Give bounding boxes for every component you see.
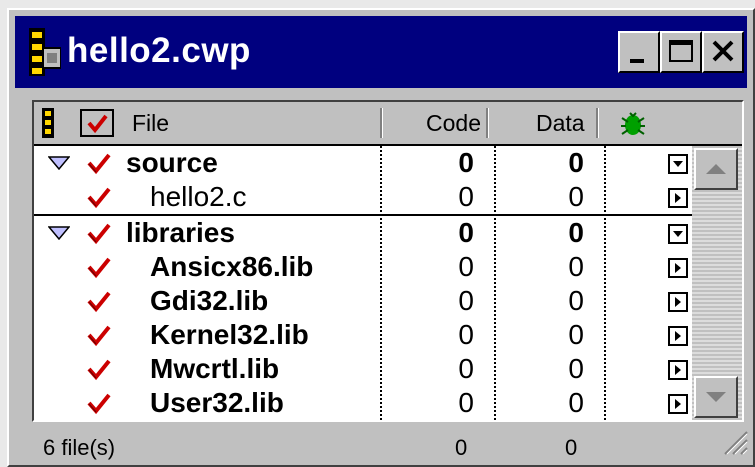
project-doc-icon (27, 28, 62, 81)
checkmark-icon[interactable] (86, 356, 112, 387)
data-size: 0 (568, 285, 584, 316)
popup-menu-icon[interactable] (668, 258, 688, 278)
title-bar[interactable]: hello2.cwp (15, 16, 747, 88)
checkmark-icon[interactable] (86, 254, 112, 285)
file-column-header[interactable]: File (132, 108, 169, 138)
close-button[interactable] (702, 31, 744, 73)
group-row[interactable]: libraries 0 0 (34, 214, 692, 250)
disclosure-triangle-icon[interactable] (47, 156, 71, 175)
file-name[interactable]: Mwcrtl.lib (150, 352, 279, 386)
checkmark-icon[interactable] (86, 220, 112, 251)
file-name[interactable]: User32.lib (150, 386, 284, 420)
code-total-status: 0 (455, 435, 468, 460)
checkmark-icon[interactable] (86, 288, 112, 319)
data-size: 0 (568, 387, 584, 418)
file-row[interactable]: Mwcrtl.lib 0 0 (34, 352, 692, 386)
project-window: hello2.cwp File Code Data source 0 0 hel… (7, 8, 755, 467)
scroll-up-icon (706, 164, 726, 174)
code-size: 0 (458, 387, 474, 418)
file-row[interactable]: Ansicx86.lib 0 0 (34, 250, 692, 284)
checkmark-icon[interactable] (86, 390, 112, 420)
window-title: hello2.cwp (67, 31, 251, 70)
checkmark-header-icon[interactable] (80, 109, 114, 142)
file-count-status: 6 file(s) (43, 435, 116, 460)
file-name[interactable]: Gdi32.lib (150, 284, 268, 318)
header-divider (596, 108, 599, 138)
code-size: 0 (458, 285, 474, 316)
maximize-icon (669, 40, 693, 62)
file-list: source 0 0 hello2.c 0 0 libraries 0 0 Ansicx86.li… (34, 146, 692, 420)
file-name[interactable]: Ansicx86.lib (150, 250, 313, 284)
data-size: 0 (568, 147, 584, 178)
header-divider (486, 108, 489, 138)
popup-menu-icon[interactable] (668, 224, 688, 244)
file-row[interactable]: hello2.c 0 0 (34, 180, 692, 214)
file-row[interactable]: User32.lib 0 0 (34, 386, 692, 420)
code-size: 0 (458, 181, 474, 212)
popup-menu-icon[interactable] (668, 360, 688, 380)
minimize-button[interactable] (618, 31, 660, 73)
resize-grip-icon[interactable] (719, 426, 749, 461)
group-name[interactable]: libraries (126, 216, 235, 250)
file-name[interactable]: hello2.c (150, 180, 247, 214)
vertical-scrollbar[interactable] (692, 146, 742, 420)
code-size: 0 (458, 353, 474, 384)
data-size: 0 (568, 353, 584, 384)
code-size: 0 (458, 251, 474, 282)
file-name[interactable]: Kernel32.lib (150, 318, 309, 352)
minimize-icon (630, 59, 644, 63)
data-column-header[interactable]: Data (536, 108, 585, 138)
data-size: 0 (568, 319, 584, 350)
checkmark-icon[interactable] (86, 150, 112, 181)
code-column-header[interactable]: Code (426, 108, 481, 138)
scroll-down-button[interactable] (694, 376, 738, 418)
code-size: 0 (458, 147, 474, 178)
group-name[interactable]: source (126, 146, 218, 180)
column-header: File Code Data (34, 102, 742, 146)
popup-menu-icon[interactable] (668, 292, 688, 312)
popup-menu-icon[interactable] (668, 188, 688, 208)
data-size: 0 (568, 217, 584, 248)
code-size: 0 (458, 217, 474, 248)
close-icon (712, 40, 734, 62)
scroll-down-icon (706, 392, 726, 402)
popup-menu-icon[interactable] (668, 154, 688, 174)
file-row[interactable]: Kernel32.lib 0 0 (34, 318, 692, 352)
group-row[interactable]: source 0 0 (34, 146, 692, 180)
checkmark-icon[interactable] (86, 184, 112, 215)
maximize-button[interactable] (660, 31, 702, 73)
checkmark-icon[interactable] (86, 322, 112, 353)
popup-menu-icon[interactable] (668, 326, 688, 346)
file-list-panel: File Code Data source 0 0 hello2.c 0 0 librari… (32, 100, 744, 422)
data-total-status: 0 (565, 435, 578, 460)
file-row[interactable]: Gdi32.lib 0 0 (34, 284, 692, 318)
scroll-up-button[interactable] (694, 148, 738, 190)
data-size: 0 (568, 181, 584, 212)
debug-bug-icon[interactable] (618, 108, 648, 143)
header-divider (380, 108, 383, 138)
popup-menu-icon[interactable] (668, 394, 688, 414)
code-size: 0 (458, 319, 474, 350)
disclosure-triangle-icon[interactable] (47, 226, 71, 245)
data-size: 0 (568, 251, 584, 282)
link-order-icon[interactable] (42, 108, 54, 143)
